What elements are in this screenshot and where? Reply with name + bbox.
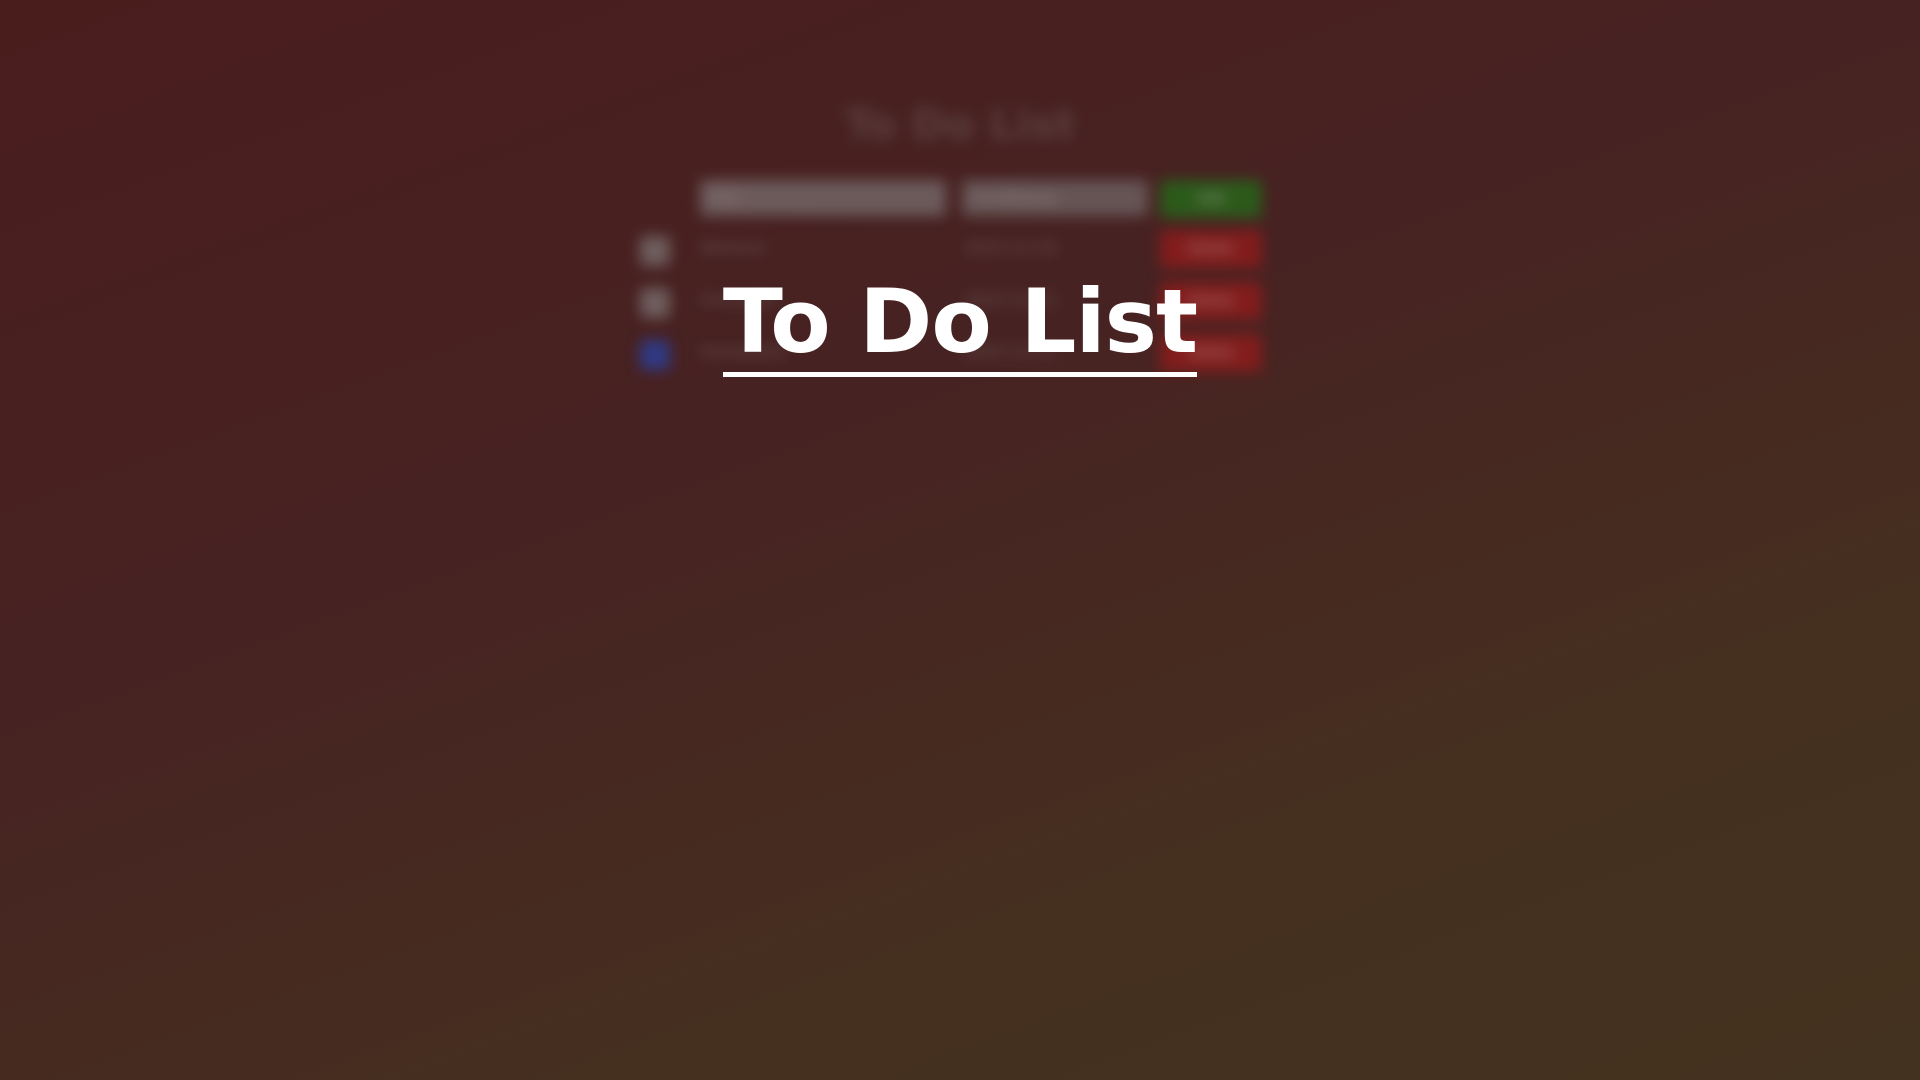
due-date-input[interactable]: mm/dd/yyyy [962, 180, 1148, 216]
todo-app-title: To Do List [844, 100, 1076, 149]
splash-title: To Do List [722, 278, 1198, 377]
delete-button[interactable]: Delete [1160, 230, 1262, 268]
new-todo-input[interactable]: Todo [700, 180, 946, 216]
splash-title-container: To Do List [0, 278, 1920, 377]
todo-row: Workout 2023-12-20 Delete [640, 228, 1264, 268]
todo-due-date: 2023-12-20 [964, 238, 1057, 257]
todo-name: Workout [700, 238, 767, 257]
add-button[interactable]: Add [1160, 180, 1262, 218]
blurred-todo-app: To Do List Todo mm/dd/yyyy Add Workout 2… [0, 0, 1920, 1080]
todo-checkbox[interactable] [640, 236, 670, 266]
